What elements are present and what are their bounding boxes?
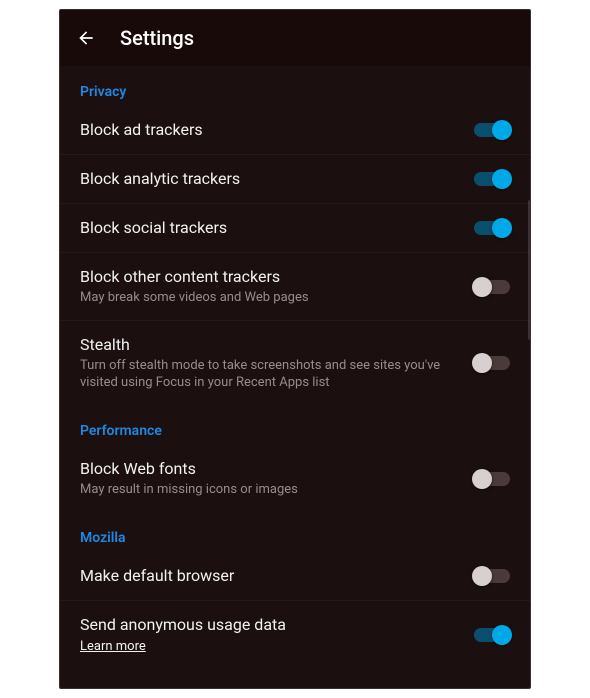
page-title: Settings [120,26,194,50]
row-subtitle: May result in missing icons or images [80,481,458,498]
settings-list: Privacy Block ad trackers Block analytic… [60,66,530,668]
row-text: Block other content trackers May break s… [80,267,474,306]
toggle-block-other-trackers[interactable] [474,280,510,294]
toggle-block-web-fonts[interactable] [474,472,510,486]
toggle-make-default-browser[interactable] [474,569,510,583]
row-title: Block ad trackers [80,120,458,140]
row-title: Make default browser [80,566,458,586]
row-block-other-trackers[interactable]: Block other content trackers May break s… [60,253,530,321]
toggle-block-ad-trackers[interactable] [474,123,510,137]
row-text: Block ad trackers [80,120,474,140]
row-send-anonymous-data[interactable]: Send anonymous usage data Learn more [60,601,530,668]
row-block-analytic-trackers[interactable]: Block analytic trackers [60,155,530,204]
toggle-send-anonymous-data[interactable] [474,628,510,642]
toggle-knob [472,566,492,586]
back-button[interactable] [72,24,100,52]
row-text: Make default browser [80,566,474,586]
section-mozilla-header: Mozilla [60,512,530,552]
row-title: Block Web fonts [80,459,458,479]
row-make-default-browser[interactable]: Make default browser [60,552,530,601]
row-text: Block social trackers [80,218,474,238]
row-text: Block Web fonts May result in missing ic… [80,459,474,498]
toggle-knob [492,218,512,238]
section-privacy-header: Privacy [60,66,530,106]
row-block-social-trackers[interactable]: Block social trackers [60,204,530,253]
app-header: Settings [60,10,530,66]
toggle-knob [492,120,512,140]
row-stealth[interactable]: Stealth Turn off stealth mode to take sc… [60,321,530,405]
toggle-knob [492,625,512,645]
row-title: Block social trackers [80,218,458,238]
row-block-ad-trackers[interactable]: Block ad trackers [60,106,530,155]
toggle-block-analytic-trackers[interactable] [474,172,510,186]
row-text: Block analytic trackers [80,169,474,189]
arrow-back-icon [76,28,96,48]
row-text: Send anonymous usage data Learn more [80,615,474,654]
row-title: Stealth [80,335,458,355]
toggle-knob [472,353,492,373]
row-block-web-fonts[interactable]: Block Web fonts May result in missing ic… [60,445,530,512]
row-title: Block analytic trackers [80,169,458,189]
row-text: Stealth Turn off stealth mode to take sc… [80,335,474,391]
row-title: Send anonymous usage data [80,615,458,635]
row-subtitle: May break some videos and Web pages [80,289,458,306]
toggle-knob [472,469,492,489]
row-title: Block other content trackers [80,267,458,287]
toggle-knob [472,277,492,297]
toggle-stealth[interactable] [474,356,510,370]
settings-screen: Settings Privacy Block ad trackers Block… [59,9,531,689]
toggle-knob [492,169,512,189]
edge-scroll-indicator [528,200,531,340]
section-performance-header: Performance [60,405,530,445]
toggle-block-social-trackers[interactable] [474,221,510,235]
learn-more-link[interactable]: Learn more [80,639,146,654]
row-subtitle: Turn off stealth mode to take screenshot… [80,357,458,391]
